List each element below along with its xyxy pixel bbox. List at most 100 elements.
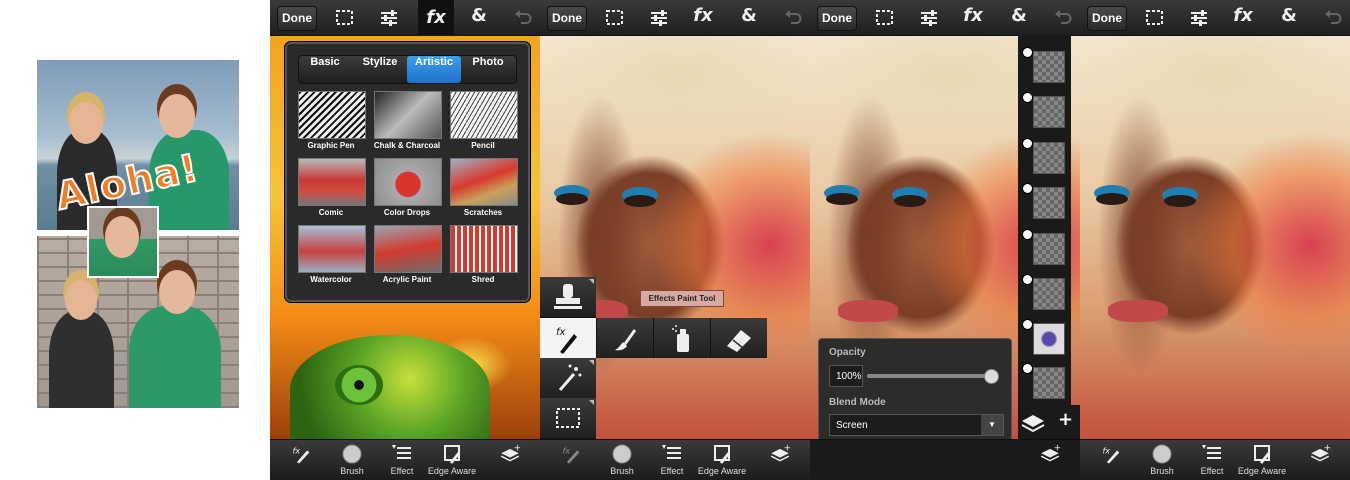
layers-button[interactable]: + bbox=[1024, 443, 1076, 479]
lips bbox=[1108, 300, 1168, 322]
layer-visibility-toggle[interactable] bbox=[1022, 138, 1033, 149]
adjustments-icon[interactable] bbox=[646, 5, 672, 31]
layer-thumbnail[interactable] bbox=[1033, 278, 1065, 310]
eraser-subtool-button[interactable] bbox=[710, 318, 767, 358]
done-button[interactable]: Done bbox=[1087, 6, 1127, 31]
tab-basic[interactable]: Basic bbox=[303, 56, 347, 83]
layer-visibility-toggle[interactable] bbox=[1022, 229, 1033, 240]
effect-thumb-graphic-pen[interactable] bbox=[298, 91, 366, 139]
layer-visibility-toggle[interactable] bbox=[1022, 363, 1033, 374]
tab-artistic[interactable]: Artistic bbox=[407, 56, 461, 83]
effect-button[interactable]: Effect bbox=[646, 443, 698, 479]
opacity-field[interactable]: 100% bbox=[829, 365, 863, 387]
undo-icon[interactable] bbox=[1320, 5, 1346, 31]
effect-thumb-color-drops[interactable] bbox=[374, 158, 442, 206]
adjustments-icon[interactable] bbox=[916, 5, 942, 31]
adjustments-icon[interactable] bbox=[1186, 5, 1212, 31]
selection-tool-button[interactable] bbox=[540, 398, 596, 439]
edge-aware-label: Edge Aware bbox=[427, 466, 477, 476]
edge-aware-button[interactable]: Edge Aware bbox=[426, 443, 478, 479]
layer-thumbnail[interactable] bbox=[1033, 367, 1065, 399]
layer-visibility-toggle[interactable] bbox=[1022, 274, 1033, 285]
layers-strip bbox=[1018, 35, 1071, 405]
ampersand-icon[interactable]: & bbox=[736, 5, 762, 31]
effect-label: Color Drops bbox=[383, 208, 431, 217]
effects-paint-tooltip: Effects Paint Tool bbox=[640, 290, 724, 307]
effect-label: Comic bbox=[318, 208, 344, 217]
magic-wand-tool-button[interactable] bbox=[540, 358, 596, 399]
tab-photo[interactable]: Photo bbox=[465, 56, 511, 83]
opacity-slider[interactable] bbox=[867, 369, 999, 384]
layer-visibility-toggle[interactable] bbox=[1022, 92, 1033, 103]
paintbrush-icon bbox=[615, 329, 637, 351]
ampersand-icon[interactable]: & bbox=[1276, 5, 1302, 31]
edge-aware-button[interactable]: Edge Aware bbox=[1236, 443, 1288, 479]
spray-can-icon bbox=[672, 325, 689, 352]
effect-thumb-acrylic-paint[interactable] bbox=[374, 225, 442, 273]
undo-icon[interactable] bbox=[510, 5, 536, 31]
layer-visibility-toggle[interactable] bbox=[1022, 183, 1033, 194]
selection-icon[interactable] bbox=[332, 5, 358, 31]
layers-stack-icon[interactable] bbox=[1018, 405, 1048, 440]
effect-button[interactable]: Effect bbox=[1186, 443, 1238, 479]
stamp-icon bbox=[554, 284, 582, 309]
add-layer-icon[interactable]: + bbox=[1058, 409, 1073, 430]
done-button[interactable]: Done bbox=[817, 6, 857, 31]
layers-button[interactable]: + bbox=[1294, 443, 1346, 479]
adjustments-icon[interactable] bbox=[376, 5, 402, 31]
ampersand-icon[interactable]: & bbox=[1006, 5, 1032, 31]
submenu-corner bbox=[589, 360, 594, 365]
ampersand-icon[interactable]: & bbox=[466, 5, 492, 31]
blend-mode-select[interactable]: Screen ▼ bbox=[829, 414, 1004, 436]
fx-brush-icon: fx bbox=[562, 446, 580, 464]
bottom-toolbar: fx Brush Effect Edge Aware + bbox=[1080, 439, 1350, 480]
undo-icon[interactable] bbox=[1050, 5, 1076, 31]
effect-button[interactable]: Effect bbox=[376, 443, 428, 479]
opacity-slider-knob[interactable] bbox=[984, 369, 999, 384]
brush-button[interactable]: Brush bbox=[326, 443, 378, 479]
fx-icon[interactable]: fx bbox=[690, 5, 716, 31]
opacity-label: Opacity bbox=[829, 347, 866, 358]
blend-mode-value: Screen bbox=[836, 420, 868, 431]
layer-visibility-toggle[interactable] bbox=[1022, 319, 1033, 330]
fx-icon[interactable]: fx bbox=[418, 0, 454, 35]
effect-thumb-pencil[interactable] bbox=[450, 91, 518, 139]
layer-thumbnail[interactable] bbox=[1033, 233, 1065, 265]
brush-button[interactable]: Brush bbox=[596, 443, 648, 479]
selection-icon[interactable] bbox=[602, 5, 628, 31]
tab-stylize[interactable]: Stylize bbox=[353, 56, 407, 83]
portrait-photo bbox=[1080, 35, 1350, 440]
fx-icon[interactable]: fx bbox=[960, 5, 986, 31]
effect-thumb-shred[interactable] bbox=[450, 225, 518, 273]
stamp-tool-button[interactable] bbox=[540, 277, 596, 318]
brush-subtool-button[interactable] bbox=[596, 318, 653, 358]
woman-head bbox=[69, 102, 103, 144]
brush-button[interactable]: Brush bbox=[1136, 443, 1188, 479]
fx-brush-button[interactable]: fx bbox=[1086, 443, 1138, 479]
layer-visibility-toggle[interactable] bbox=[1022, 47, 1033, 58]
edge-aware-icon bbox=[714, 445, 731, 464]
effect-thumb-scratches[interactable] bbox=[450, 158, 518, 206]
fx-brush-button[interactable]: fx bbox=[276, 443, 328, 479]
layer-thumbnail[interactable] bbox=[1033, 96, 1065, 128]
edge-aware-button[interactable]: Edge Aware bbox=[696, 443, 748, 479]
fx-icon[interactable]: fx bbox=[1230, 5, 1256, 31]
spray-subtool-button[interactable] bbox=[653, 318, 710, 358]
effect-thumb-watercolor[interactable] bbox=[298, 225, 366, 273]
magic-wand-icon bbox=[558, 364, 582, 391]
effect-thumb-comic[interactable] bbox=[298, 158, 366, 206]
layer-thumbnail[interactable] bbox=[1033, 142, 1065, 174]
effects-paint-tool-button[interactable]: fx bbox=[540, 318, 596, 359]
selection-icon[interactable] bbox=[1142, 5, 1168, 31]
layers-add-button[interactable]: + bbox=[484, 443, 536, 479]
layer-thumbnail[interactable] bbox=[1033, 51, 1065, 83]
layer-thumbnail[interactable] bbox=[1033, 187, 1065, 219]
layers-button[interactable]: + bbox=[754, 443, 806, 479]
done-button[interactable]: Done bbox=[547, 6, 587, 31]
effect-thumb-chalk-charcoal[interactable] bbox=[374, 91, 442, 139]
done-button[interactable]: Done bbox=[277, 6, 317, 31]
undo-icon[interactable] bbox=[780, 5, 806, 31]
fx-brush-button[interactable]: fx bbox=[546, 443, 598, 479]
layer-thumbnail[interactable] bbox=[1033, 323, 1065, 355]
selection-icon[interactable] bbox=[872, 5, 898, 31]
